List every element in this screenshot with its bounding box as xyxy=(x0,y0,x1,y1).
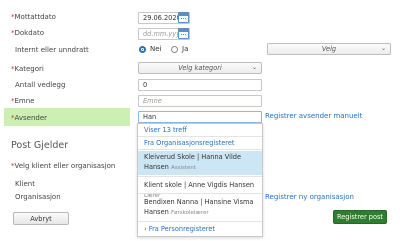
avsender-autocomplete: Viser 13 treff Fra Organisasjonsregister… xyxy=(137,123,263,237)
radio-nei-label: Nei xyxy=(150,45,162,53)
radio-ja-label: Ja xyxy=(182,45,189,53)
calendar-icon[interactable] xyxy=(178,28,189,39)
vedlegg-input[interactable]: 0 xyxy=(138,79,262,91)
vedlegg-label: Antall vedlegg xyxy=(15,81,66,89)
result-count: Viser 13 treff xyxy=(144,126,187,134)
radio-ja[interactable] xyxy=(171,46,178,53)
velg-klient-label: *Velg klient eller organisasjon xyxy=(11,162,116,170)
emne-label: *Emne xyxy=(11,97,35,105)
group-organisasjonsregisteret: Fra Organisasjonsregisteret xyxy=(144,139,235,147)
kategori-select[interactable]: Velg kategori ⌄ xyxy=(138,62,262,74)
cancel-button[interactable]: Avbryt xyxy=(13,212,69,225)
kategori-label: *Kategori xyxy=(11,65,44,73)
internt-select-value: Velg xyxy=(321,45,337,53)
register-organisasjon-link[interactable]: Registrer ny organisasjon xyxy=(265,193,354,201)
calendar-icon[interactable] xyxy=(178,12,189,23)
post-gjelder-title: Post Gjelder xyxy=(11,140,69,151)
avsender-label: *Avsender xyxy=(11,114,48,122)
kategori-select-value: Velg kategori xyxy=(178,64,222,72)
dokdato-label: *Dokdato xyxy=(11,29,44,37)
klient-label: Klient xyxy=(15,180,35,188)
internt-select[interactable]: Velg ⌄ xyxy=(267,43,391,55)
list-item[interactable]: Bendixen Nanna | Hansine Visma Hansen Fø… xyxy=(138,197,262,219)
mottattdato-label: *Mottattdato xyxy=(11,13,56,21)
chevron-right-icon: › xyxy=(144,225,147,233)
emne-input[interactable]: Emne xyxy=(138,95,262,107)
chevron-down-icon: ⌄ xyxy=(251,64,257,71)
avsender-input[interactable]: Han xyxy=(138,111,262,123)
submit-button[interactable]: Registrer post xyxy=(333,210,387,224)
group-personregisteret[interactable]: › Fra Personregisteret xyxy=(138,224,262,234)
radio-nei[interactable] xyxy=(139,46,146,53)
organisasjon-label: Organisasjon xyxy=(15,193,61,201)
list-item[interactable]: Kleiverud Skole | Hanna Vilde Hansen Ass… xyxy=(138,151,262,175)
internt-label: Internt eller unndratt xyxy=(15,46,89,54)
register-avsender-link[interactable]: Registrer avsender manuelt xyxy=(265,112,362,120)
chevron-down-icon: ⌄ xyxy=(380,45,386,52)
